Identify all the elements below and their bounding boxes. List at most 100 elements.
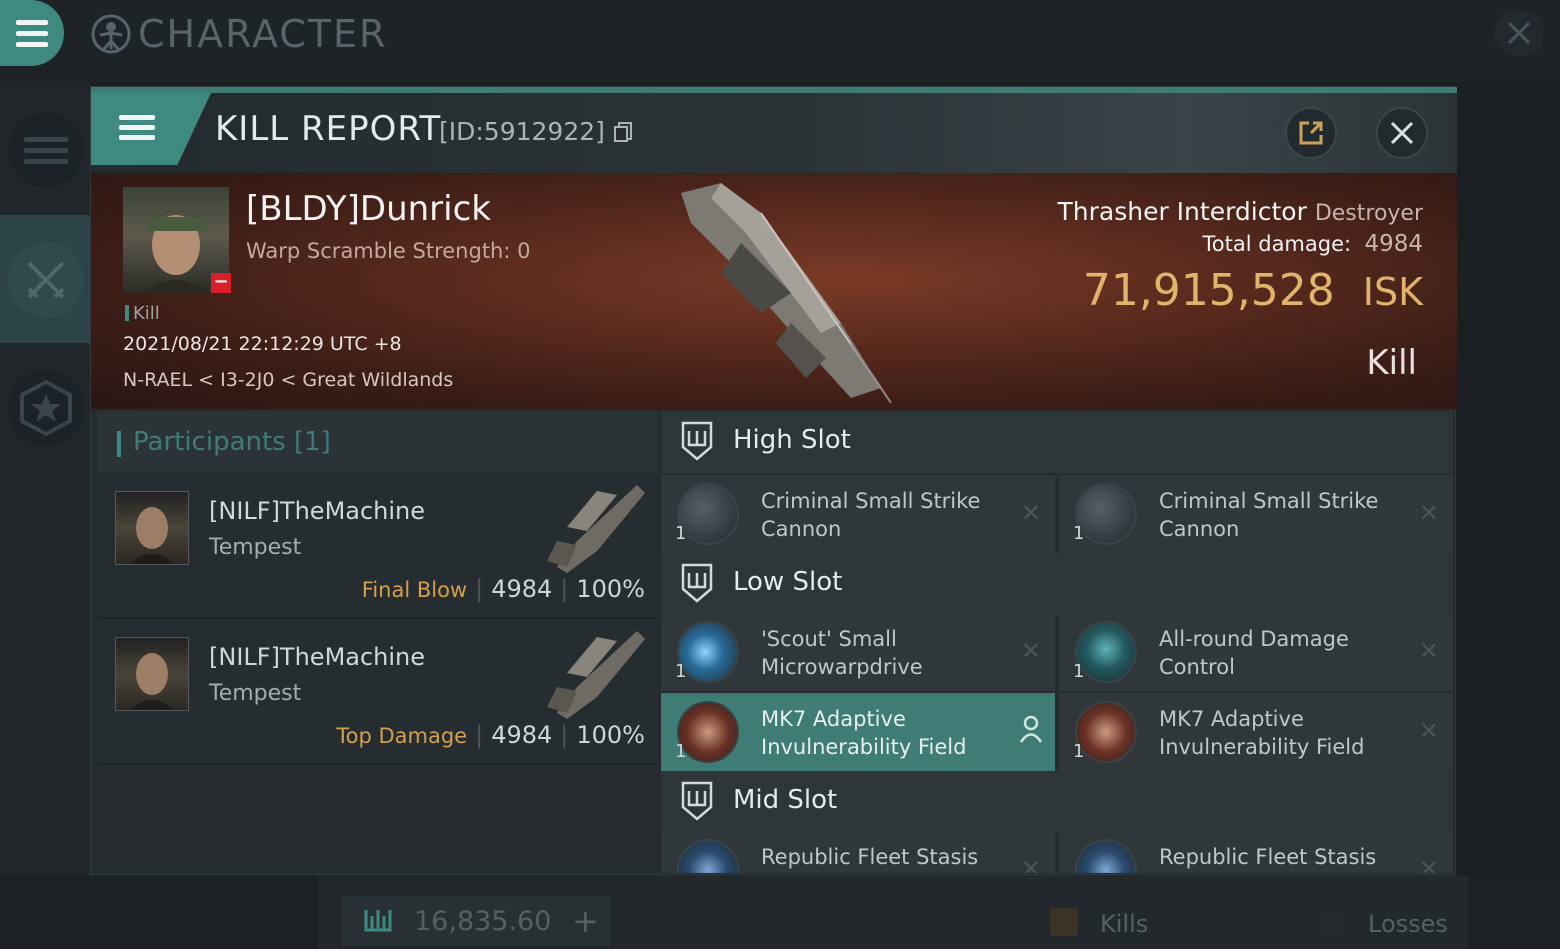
export-icon: [1299, 121, 1323, 145]
module-item[interactable]: Republic Fleet Stasis ✕: [1059, 831, 1453, 873]
module-quantity: 1: [1073, 523, 1085, 544]
module-item[interactable]: 1 'Scout' Small Microwarpdrive ✕: [661, 613, 1055, 691]
stat-separator: |: [560, 575, 569, 603]
module-name: Republic Fleet Stasis: [1159, 845, 1377, 869]
kill-tag-bar: [125, 305, 129, 321]
close-icon: [1390, 121, 1414, 145]
high-slot-header: High Slot: [661, 411, 1453, 473]
mid-slot-label: Mid Slot: [733, 785, 838, 815]
kill-report-id: [ID:5912922]: [439, 117, 633, 146]
mid-slot-header: Mid Slot: [661, 771, 1453, 833]
total-damage-label: Total damage:: [1202, 232, 1352, 256]
destroyed-x-icon: ✕: [1418, 499, 1439, 527]
stat-separator: |: [560, 721, 569, 749]
module-item[interactable]: Republic Fleet Stasis ✕: [661, 831, 1055, 873]
ship-class: Destroyer: [1314, 201, 1423, 226]
participants-title: Participants [1]: [133, 427, 331, 457]
participant-name[interactable]: [NILF]TheMachine: [209, 643, 425, 671]
copy-icon[interactable]: [613, 121, 633, 143]
ship-name-text: Thrasher Interdictor: [1057, 197, 1307, 226]
losses-indicator: [1318, 908, 1346, 936]
module-item[interactable]: 1 All-round Damage Control ✕: [1059, 613, 1453, 691]
close-button[interactable]: [1376, 107, 1428, 159]
main-menu-button[interactable]: [0, 0, 64, 66]
destroyed-x-icon: ✕: [1418, 717, 1439, 745]
participant-name[interactable]: [NILF]TheMachine: [209, 497, 425, 525]
module-quantity: 1: [1073, 741, 1085, 762]
participant-portrait: [130, 653, 174, 710]
module-item[interactable]: 1 MK7 Adaptive Invulnerability Field ✕: [1059, 693, 1453, 771]
warp-scramble-strength: Warp Scramble Strength: 0: [246, 239, 531, 263]
module-name: MK7 Adaptive Invulnerability Field: [1159, 707, 1365, 759]
add-funds-button[interactable]: +: [572, 902, 599, 940]
victim-ship-image[interactable]: [651, 173, 951, 403]
participant-stats: Top Damage | 4984 | 100%: [336, 721, 645, 749]
participant-percent: 100%: [576, 575, 645, 603]
destroyed-x-icon: ✕: [1020, 637, 1041, 665]
participant-damage: 4984: [491, 575, 553, 603]
character-logo-icon: [91, 14, 131, 54]
participant-ship: Tempest: [209, 535, 302, 560]
module-item-dropped[interactable]: 1 MK7 Adaptive Invulnerability Field: [661, 693, 1055, 771]
close-icon: [1507, 21, 1531, 45]
slot-icon: [681, 563, 713, 603]
wallet-balance: 16,835.60: [414, 906, 552, 937]
participant-stats: Final Blow | 4984 | 100%: [362, 575, 645, 603]
isk-unit: ISK: [1362, 270, 1423, 314]
total-damage: Total damage: 4984: [1203, 231, 1423, 257]
slot-icon: [681, 781, 713, 821]
destroyed-x-icon: ✕: [1020, 499, 1041, 527]
kill-report-title: KILL REPORT: [215, 109, 442, 149]
high-slot-label: High Slot: [733, 425, 851, 455]
module-name: Criminal Small Strike Cannon: [1159, 489, 1379, 541]
kills-indicator: [1050, 908, 1078, 936]
losses-tab[interactable]: Losses: [1368, 910, 1448, 938]
menu-icon: [119, 115, 155, 140]
sidebar: [0, 82, 90, 882]
module-item[interactable]: 1 Criminal Small Strike Cannon ✕: [1059, 475, 1453, 553]
participant-percent: 100%: [576, 721, 645, 749]
module-quantity: 1: [675, 523, 687, 544]
destroyed-x-icon: ✕: [1020, 855, 1041, 873]
isk-value: 71,915,528 ISK: [1083, 265, 1423, 316]
kill-report-modal: KILL REPORT [ID:5912922] − [BLDY]Dunrick…: [90, 86, 1457, 875]
kill-tag: Kill: [125, 303, 160, 324]
list-icon: [24, 136, 68, 164]
kills-tab[interactable]: Kills: [1100, 910, 1148, 938]
participant-role: Final Blow: [361, 578, 468, 602]
participant-damage: 4984: [491, 721, 553, 749]
participant-ship: Tempest: [209, 681, 302, 706]
module-name: Republic Fleet Stasis: [761, 845, 979, 869]
low-slot-label: Low Slot: [733, 567, 843, 597]
participant-row[interactable]: [NILF]TheMachine Tempest Top Damage | 4984…: [97, 619, 657, 765]
app-close-button[interactable]: [1494, 10, 1544, 56]
kill-location[interactable]: N-RAEL < I3-2J0 < Great Wildlands: [123, 369, 453, 391]
destroyed-x-icon: ✕: [1418, 637, 1439, 665]
sidebar-item-combat[interactable]: [8, 242, 84, 318]
page-title: CHARACTER: [138, 12, 388, 56]
module-quantity: 1: [675, 741, 687, 762]
victim-ship-name[interactable]: Thrasher Interdictor Destroyer: [1057, 197, 1423, 226]
kill-result: Kill: [1366, 343, 1417, 383]
stat-separator: |: [475, 721, 484, 749]
swords-icon: [27, 261, 65, 299]
sidebar-item-menu[interactable]: [8, 112, 84, 188]
module-item[interactable]: 1 Criminal Small Strike Cannon ✕: [661, 475, 1055, 553]
menu-icon: [16, 19, 48, 47]
participant-row[interactable]: [NILF]TheMachine Tempest Final Blow | 4984…: [97, 473, 657, 619]
participants-header-bar: [117, 431, 121, 457]
user-icon: [1019, 715, 1043, 743]
participants-header: Participants [1]: [97, 411, 657, 473]
stasis-web-icon: [677, 839, 739, 873]
fitting-panel: High Slot 1 Criminal Small Strike Cannon…: [661, 411, 1453, 873]
participant-avatar[interactable]: [115, 637, 189, 711]
victim-name[interactable]: [BLDY]Dunrick: [246, 189, 491, 229]
participant-avatar[interactable]: [115, 491, 189, 565]
participant-ship-image: [547, 631, 645, 719]
isk-amount: 71,915,528: [1082, 265, 1335, 316]
star-icon: [20, 379, 72, 437]
sidebar-item-favorites[interactable]: [8, 370, 84, 446]
share-button[interactable]: [1285, 107, 1337, 159]
isk-icon: [364, 910, 392, 932]
stat-separator: |: [475, 575, 484, 603]
